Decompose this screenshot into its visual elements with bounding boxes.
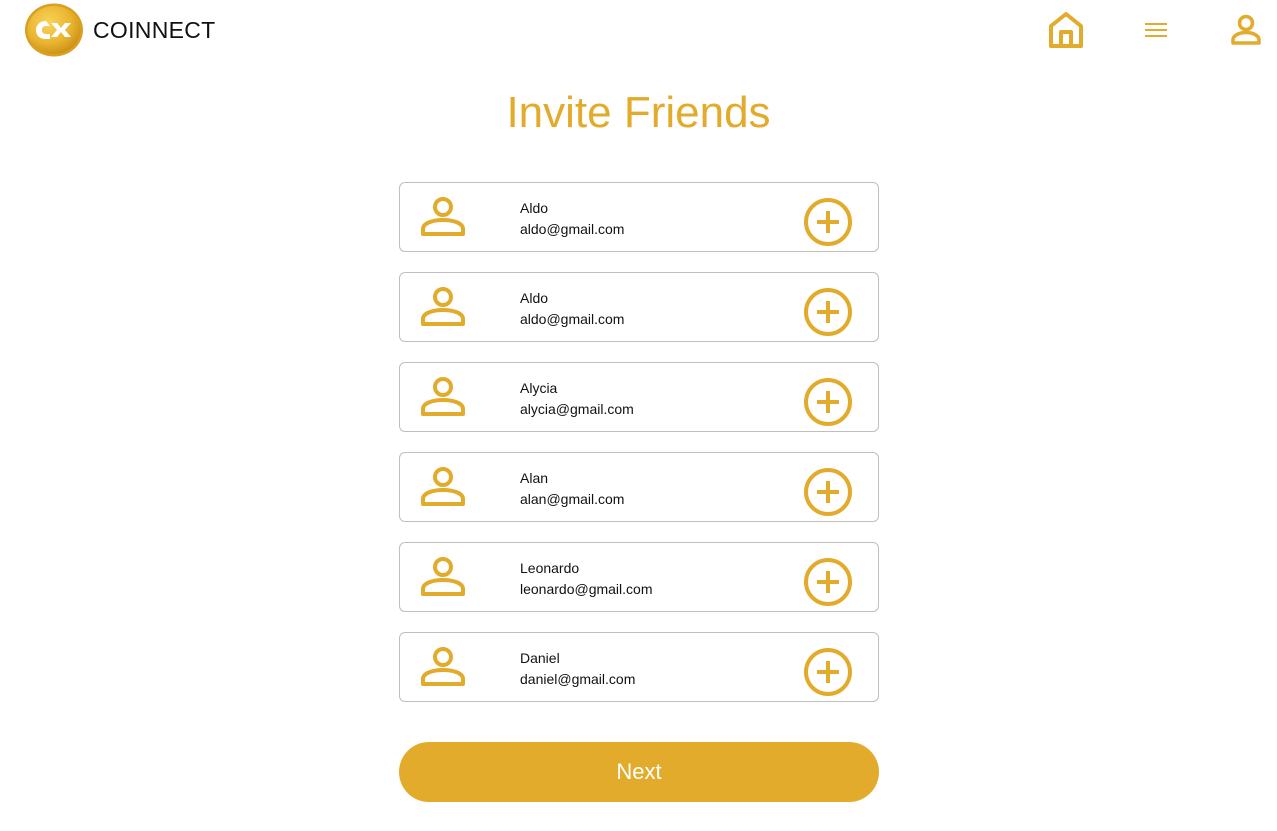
user-avatar-icon	[421, 647, 465, 686]
friend-card: Aldo aldo@gmail.com	[399, 182, 879, 252]
user-avatar-icon	[421, 557, 465, 596]
friend-card: Daniel daniel@gmail.com	[399, 632, 879, 702]
friend-info: Alycia alycia@gmail.com	[520, 378, 634, 420]
brand-name: COINNECT	[93, 17, 216, 43]
friend-card: Aldo aldo@gmail.com	[399, 272, 879, 342]
next-button[interactable]: Next	[399, 742, 879, 802]
friend-info: Daniel daniel@gmail.com	[520, 648, 635, 690]
add-friend-button[interactable]	[802, 376, 854, 428]
friend-email: daniel@gmail.com	[520, 671, 636, 687]
friend-name: Daniel	[520, 650, 560, 666]
user-avatar-icon	[421, 287, 465, 326]
home-button[interactable]	[1044, 8, 1088, 52]
invite-friends-screen: COINNECT Invite Friends Aldo aldo@gmail.…	[0, 0, 1277, 831]
friend-card: Alan alan@gmail.com	[399, 452, 879, 522]
friend-name: Aldo	[520, 290, 549, 306]
add-friend-button[interactable]	[802, 466, 854, 518]
user-avatar-icon	[421, 377, 465, 416]
user-avatar-icon	[421, 197, 465, 236]
friend-name: Alycia	[520, 380, 558, 396]
user-icon	[1231, 14, 1261, 45]
page-title: Invite Friends	[506, 88, 771, 137]
friend-info: Aldo aldo@gmail.com	[520, 288, 624, 330]
friend-email: alan@gmail.com	[520, 491, 625, 507]
friend-info: Aldo aldo@gmail.com	[520, 198, 624, 240]
friend-info: Leonardo leonardo@gmail.com	[520, 558, 653, 600]
add-friend-button[interactable]	[802, 286, 854, 338]
add-friend-button[interactable]	[802, 556, 854, 608]
profile-button[interactable]	[1227, 11, 1265, 49]
friend-card: Leonardo leonardo@gmail.com	[399, 542, 879, 612]
add-friend-button[interactable]	[802, 196, 854, 248]
friend-email: leonardo@gmail.com	[520, 581, 653, 597]
friend-name: Aldo	[520, 200, 549, 216]
user-avatar-icon	[421, 467, 465, 506]
menu-button[interactable]	[1140, 14, 1172, 46]
friend-name: Leonardo	[520, 560, 580, 576]
friend-list: Aldo aldo@gmail.com Aldo aldo@gmail.com	[399, 182, 879, 722]
friend-name: Alan	[520, 470, 549, 486]
add-friend-button[interactable]	[802, 646, 854, 698]
app-header: COINNECT	[0, 0, 1277, 62]
friend-info: Alan alan@gmail.com	[520, 468, 624, 510]
friend-email: aldo@gmail.com	[520, 221, 625, 237]
hamburger-menu-icon	[1145, 23, 1167, 37]
coinnect-logo[interactable]	[24, 3, 84, 57]
home-icon	[1049, 12, 1083, 48]
friend-email: aldo@gmail.com	[520, 311, 625, 327]
friend-email: alycia@gmail.com	[520, 401, 634, 417]
friend-card: Alycia alycia@gmail.com	[399, 362, 879, 432]
